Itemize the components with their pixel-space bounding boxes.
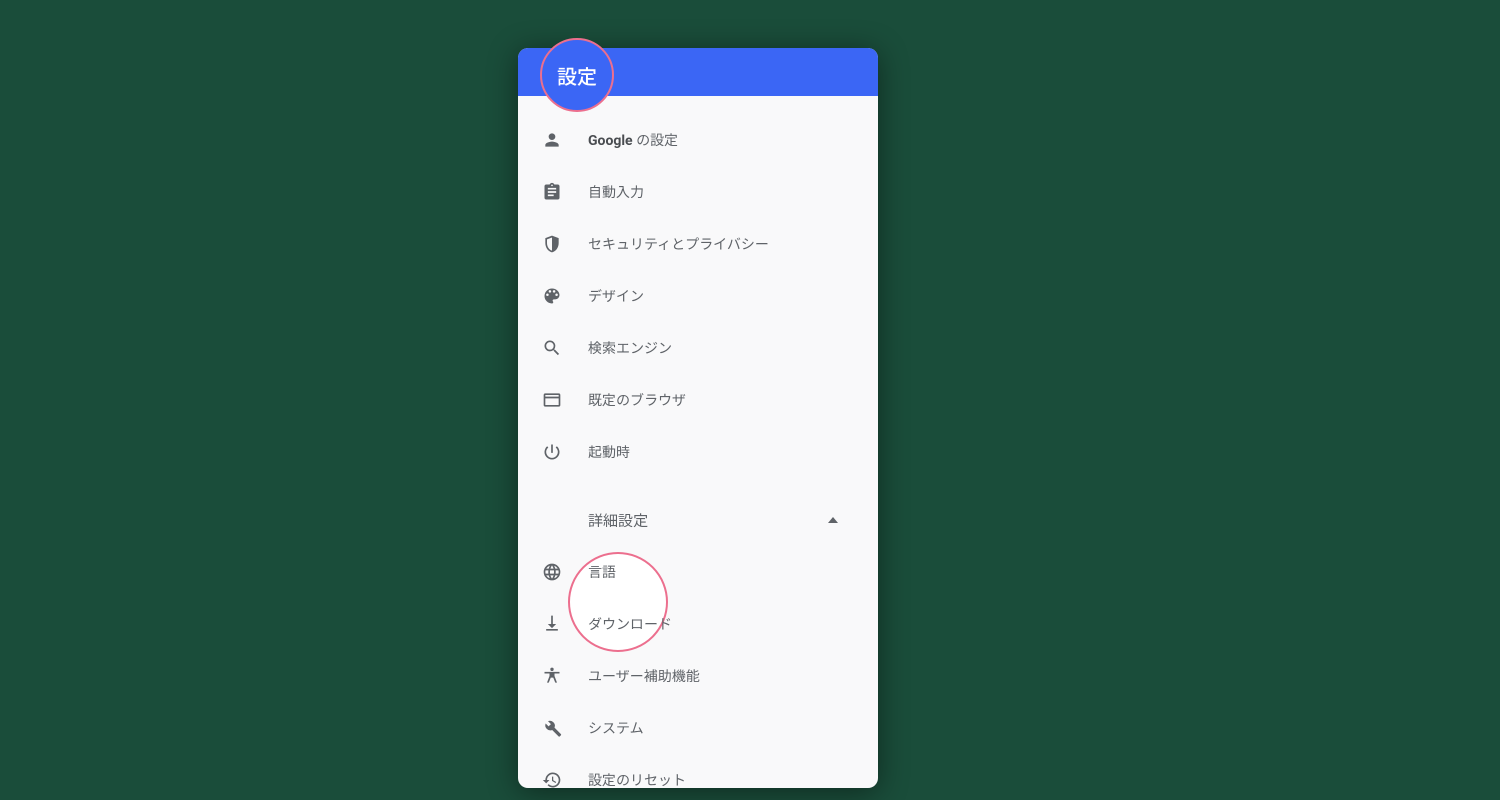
menu-item-on-startup[interactable]: 起動時 [518, 426, 878, 478]
restore-icon [542, 770, 562, 788]
menu-item-label: Google の設定 [588, 130, 678, 150]
menu-item-label: 設定のリセット [588, 770, 686, 788]
advanced-section-toggle[interactable]: 詳細設定 [518, 494, 878, 546]
menu-item-label: システム [588, 718, 644, 738]
menu-item-search-engine[interactable]: 検索エンジン [518, 322, 878, 374]
menu-item-security-privacy[interactable]: セキュリティとプライバシー [518, 218, 878, 270]
menu-item-label: セキュリティとプライバシー [588, 234, 769, 254]
clipboard-icon [542, 182, 562, 202]
chevron-up-icon [828, 517, 838, 523]
power-icon [542, 442, 562, 462]
menu-item-label: 既定のブラウザ [588, 390, 686, 410]
wrench-icon [542, 718, 562, 738]
menu-item-label: 起動時 [588, 442, 630, 462]
menu-item-label: デザイン [588, 286, 644, 306]
palette-icon [542, 286, 562, 306]
settings-panel: 設定 Google の設定 自動入力 セキュリティとプライバシー デザイン [518, 48, 878, 788]
person-icon [542, 130, 562, 150]
menu-item-default-browser[interactable]: 既定のブラウザ [518, 374, 878, 426]
accessibility-icon [542, 666, 562, 686]
globe-icon [542, 562, 562, 582]
menu-item-label: 言語 [588, 562, 616, 582]
callout-title-ring: 設定 [540, 38, 614, 112]
callout-title-text: 設定 [557, 61, 597, 90]
menu-item-label: ダウンロード [588, 614, 672, 634]
menu-item-label: ユーザー補助機能 [588, 666, 700, 686]
menu-item-accessibility[interactable]: ユーザー補助機能 [518, 650, 878, 702]
menu-item-label: 自動入力 [588, 182, 644, 202]
browser-icon [542, 390, 562, 410]
menu-item-downloads[interactable]: ダウンロード [518, 598, 878, 650]
menu-item-label: 検索エンジン [588, 338, 672, 358]
advanced-section-label: 詳細設定 [588, 510, 648, 531]
shield-icon [542, 234, 562, 254]
menu-item-system[interactable]: システム [518, 702, 878, 754]
menu-item-autofill[interactable]: 自動入力 [518, 166, 878, 218]
settings-menu: Google の設定 自動入力 セキュリティとプライバシー デザイン 検索エンジ [518, 96, 878, 788]
download-icon [542, 614, 562, 634]
menu-item-language[interactable]: 言語 [518, 546, 878, 598]
menu-item-reset-settings[interactable]: 設定のリセット [518, 754, 878, 788]
search-icon [542, 338, 562, 358]
menu-item-appearance[interactable]: デザイン [518, 270, 878, 322]
menu-item-google-settings[interactable]: Google の設定 [518, 114, 878, 166]
